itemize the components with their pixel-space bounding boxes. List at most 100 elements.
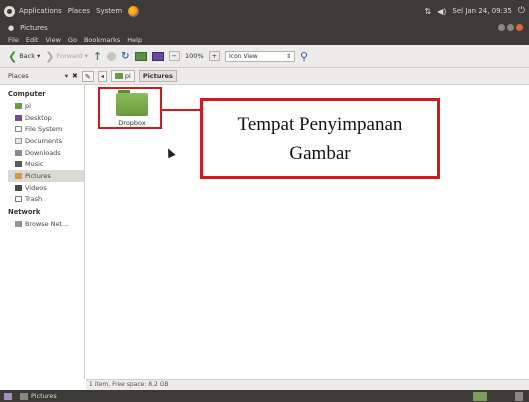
trash-icon — [15, 196, 22, 203]
close-sidebar-icon[interactable]: ✖ — [72, 72, 78, 80]
workspace-switcher[interactable] — [473, 392, 487, 401]
callout-box: Tempat Penyimpanan Gambar — [200, 98, 440, 179]
sidebar-item-pictures[interactable]: Pictures — [8, 170, 84, 182]
sidebar-item-label: File System — [25, 125, 63, 134]
menu-file[interactable]: File — [8, 36, 19, 44]
bottom-panel: Pictures — [0, 390, 529, 402]
menu-applications[interactable]: Applications — [19, 7, 62, 15]
computer-icon[interactable] — [151, 51, 164, 61]
sidebar-item-downloads[interactable]: Downloads — [8, 147, 84, 159]
minimize-button[interactable] — [498, 24, 505, 31]
sidebar-item-label: Desktop — [25, 113, 52, 122]
sidebar-item-label: Downloads — [25, 148, 61, 157]
sidebar-item-music[interactable]: Music — [8, 158, 84, 170]
status-bar: 1 item, Free space: 8,2 GB — [86, 379, 529, 390]
sidebar-item-label: Music — [25, 160, 44, 169]
reload-icon[interactable]: ↻ — [121, 51, 129, 62]
sidebar-item-filesystem[interactable]: File System — [8, 123, 84, 135]
menu-bookmarks[interactable]: Bookmarks — [84, 36, 120, 44]
home-folder-icon — [15, 102, 22, 109]
window-titlebar[interactable]: ● Pictures — [0, 22, 529, 34]
callout-line-2: Gambar — [289, 142, 351, 164]
back-label: Back — [19, 52, 35, 60]
home-folder-icon — [114, 73, 123, 79]
downloads-icon — [15, 149, 22, 156]
stop-icon[interactable] — [107, 51, 117, 61]
sidebar-heading-network: Network — [8, 208, 41, 217]
callout-line-1: Tempat Penyimpanan — [237, 113, 403, 135]
view-mode-select[interactable]: Icon View ⇕ — [225, 50, 295, 62]
path-left-arrow-icon[interactable]: ◂ — [97, 70, 107, 82]
window-controls — [498, 24, 523, 31]
sidebar-item-videos[interactable]: Videos — [8, 182, 84, 194]
sidebar-item-desktop[interactable]: Desktop — [8, 112, 84, 124]
sidebar-item-label: Videos — [25, 183, 47, 192]
breadcrumb-label: pi — [124, 72, 131, 80]
taskbar-item-pictures[interactable]: Pictures — [20, 392, 57, 400]
menu-edit[interactable]: Edit — [26, 36, 39, 44]
zoom-level[interactable]: 100% — [185, 52, 204, 60]
sidebar: Computer pi Desktop File System Document… — [0, 85, 85, 379]
power-icon[interactable]: ⏻ — [518, 6, 525, 16]
pictures-icon — [15, 172, 22, 179]
sidebar-item-label: Documents — [25, 136, 63, 145]
sidebar-item-browse-network[interactable]: Browse Net... — [8, 218, 84, 230]
sidebar-item-label: Pictures — [25, 171, 51, 180]
breadcrumb-label: Pictures — [142, 72, 173, 80]
sidebar-item-documents[interactable]: Documents — [8, 135, 84, 147]
menu-help[interactable]: Help — [127, 36, 142, 44]
menubar: File Edit View Go Bookmarks Help — [0, 34, 529, 45]
zoom-out-button[interactable]: − — [168, 51, 180, 61]
home-icon[interactable] — [134, 51, 147, 61]
panel-tray: ⇅ ◀) Sel Jan 24, 09:35 ⏻ — [424, 6, 525, 16]
places-select[interactable]: Places ▾ — [8, 72, 68, 80]
file-manager-icon — [20, 392, 28, 400]
window-title: Pictures — [20, 24, 48, 32]
filesystem-icon — [15, 126, 22, 133]
sidebar-item-label: Browse Net... — [25, 220, 69, 229]
sidebar-heading-computer: Computer — [8, 90, 46, 98]
back-dropdown-icon[interactable]: ▾ — [37, 52, 40, 60]
menu-system[interactable]: System — [96, 7, 122, 15]
show-desktop-icon[interactable] — [4, 392, 12, 400]
places-label: Places — [8, 72, 29, 80]
mouse-cursor-icon — [164, 146, 176, 159]
desktop-icon — [15, 114, 22, 121]
network-icon — [15, 221, 22, 228]
top-panel: Applications Places System ⇅ ◀) Sel Jan … — [0, 0, 529, 22]
up-arrow-icon[interactable]: ↑ — [93, 50, 102, 63]
volume-icon[interactable]: ◀) — [437, 7, 446, 16]
sidebar-item-trash[interactable]: Trash — [8, 194, 84, 206]
breadcrumb-pi[interactable]: pi — [110, 70, 135, 82]
sidebar-item-pi[interactable]: pi — [8, 100, 84, 112]
back-button[interactable]: ❮ Back ▾ — [8, 50, 40, 63]
edit-location-icon[interactable]: ✎ — [81, 70, 94, 82]
firefox-icon[interactable] — [128, 5, 140, 17]
taskbar-item-label: Pictures — [31, 392, 57, 400]
music-icon — [15, 161, 22, 168]
forward-button[interactable]: ❯ Forward ▾ — [45, 50, 88, 63]
forward-label: Forward — [56, 52, 83, 60]
network-indicator-icon[interactable]: ⇅ — [424, 7, 431, 16]
places-dropdown-icon: ▾ — [64, 72, 68, 80]
forward-dropdown-icon[interactable]: ▾ — [85, 52, 88, 60]
documents-icon — [15, 137, 22, 144]
trash-applet-icon[interactable] — [515, 392, 523, 401]
maximize-button[interactable] — [507, 24, 514, 31]
select-arrows-icon: ⇕ — [285, 52, 291, 60]
close-window-button[interactable] — [516, 24, 523, 31]
menu-places[interactable]: Places — [68, 7, 90, 15]
ubuntu-logo-icon[interactable] — [4, 5, 15, 17]
window-menu-icon[interactable]: ● — [8, 24, 14, 32]
forward-arrow-icon: ❯ — [45, 49, 55, 63]
sidebar-item-label: pi — [25, 101, 31, 110]
zoom-in-button[interactable]: + — [208, 51, 220, 61]
view-mode-value: Icon View — [229, 52, 258, 60]
back-arrow-icon: ❮ — [8, 49, 18, 63]
menu-view[interactable]: View — [45, 36, 60, 44]
breadcrumb-pictures[interactable]: Pictures — [138, 70, 177, 82]
videos-icon — [15, 184, 22, 191]
clock[interactable]: Sel Jan 24, 09:35 — [452, 7, 511, 15]
menu-go[interactable]: Go — [68, 36, 77, 44]
search-icon[interactable]: ⚲ — [300, 50, 308, 63]
